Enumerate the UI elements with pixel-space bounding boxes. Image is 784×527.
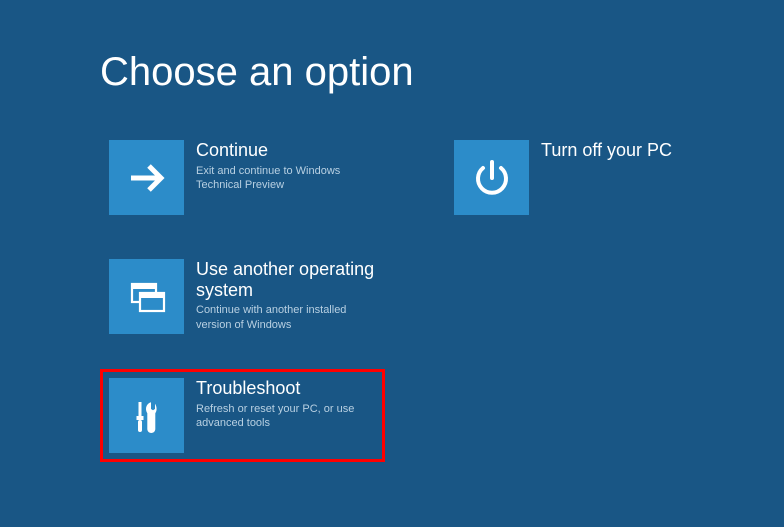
- option-continue-title: Continue: [196, 140, 371, 161]
- option-troubleshoot-desc: Refresh or reset your PC, or use advance…: [196, 402, 371, 431]
- option-another-os-desc: Continue with another installed version …: [196, 303, 371, 332]
- option-turnoff[interactable]: Turn off your PC: [445, 131, 730, 224]
- option-continue-desc: Exit and continue to Windows Technical P…: [196, 164, 371, 193]
- options-grid: Continue Exit and continue to Windows Te…: [100, 131, 784, 462]
- option-turnoff-title: Turn off your PC: [541, 140, 672, 161]
- option-troubleshoot-title: Troubleshoot: [196, 378, 371, 399]
- option-troubleshoot[interactable]: Troubleshoot Refresh or reset your PC, o…: [100, 369, 385, 462]
- tools-icon: [109, 378, 184, 453]
- option-continue[interactable]: Continue Exit and continue to Windows Te…: [100, 131, 385, 224]
- page-title: Choose an option: [100, 50, 784, 95]
- windows-stack-icon: [109, 259, 184, 334]
- option-another-os-title: Use another operating system: [196, 259, 376, 300]
- power-icon: [454, 140, 529, 215]
- option-another-os[interactable]: Use another operating system Continue wi…: [100, 250, 385, 343]
- arrow-right-icon: [109, 140, 184, 215]
